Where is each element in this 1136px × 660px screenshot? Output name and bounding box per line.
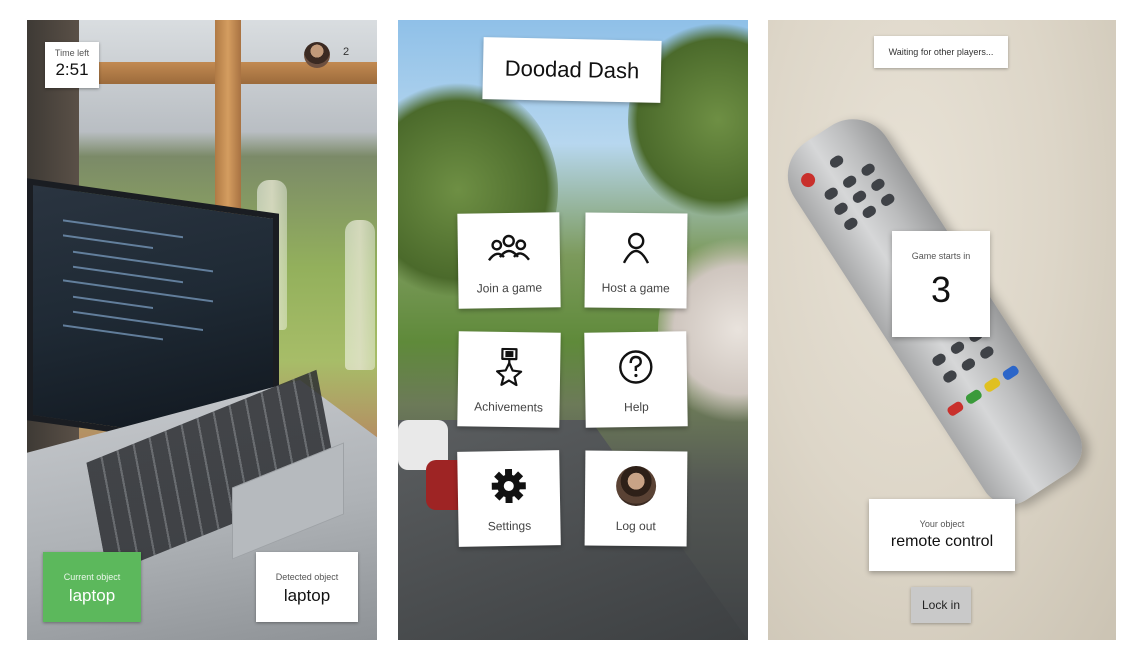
remote-button [930,351,948,368]
remote-button [859,161,877,178]
remote-power-button [798,170,818,190]
your-object-card: Your object remote control [869,499,1015,571]
remote-button [828,153,846,170]
code-line [63,234,153,249]
remote-button [822,185,840,202]
join-game-button[interactable]: Join a game [457,212,561,309]
code-line [73,265,183,284]
time-left-card: Time left 2:51 [45,42,99,88]
help-label: Help [623,399,649,415]
help-icon [585,347,688,387]
detected-object-card: Detected object laptop [256,552,358,622]
remote-button [948,339,967,356]
remote-button [941,368,959,385]
log-out-button[interactable]: Log out [584,450,688,547]
avatar [615,465,657,507]
remote-button [841,173,859,190]
code-line [63,324,163,341]
player-avatar [304,42,330,68]
countdown-card: Game starts in 3 [892,231,990,337]
gear-icon [457,466,560,506]
group-icon [458,228,561,267]
remote-button [842,215,860,232]
menu-screen: Doodad Dash Join a game Host a game Achi… [398,20,748,640]
remote-blue-button [1001,364,1021,382]
code-line [73,295,153,309]
current-object-card: Current object laptop [43,552,141,622]
remote-button [869,176,887,193]
lock-in-button[interactable]: Lock in [911,587,971,623]
settings-button[interactable]: Settings [457,450,561,547]
remote-button [860,203,878,220]
detected-object-value: laptop [283,586,331,605]
join-game-label: Join a game [476,280,543,296]
current-object-value: laptop [68,586,116,605]
medal-icon [458,347,561,387]
achievements-button[interactable]: Achivements [457,331,561,428]
remote-button [978,344,996,361]
log-out-label: Log out [615,518,656,534]
person-icon [585,228,687,267]
waiting-status: Waiting for other players... [874,36,1008,68]
detected-object-label: Detected object [275,572,339,582]
countdown-label: Game starts in [911,251,971,261]
game-screen: Time left 2:51 2 Current object laptop D… [27,20,377,640]
remote-button [832,200,850,217]
avatar-wrapper [585,465,687,507]
host-game-label: Host a game [601,280,670,296]
countdown-value: 3 [930,269,952,310]
time-left-value: 2:51 [55,60,89,79]
remote-button [879,191,897,208]
app-title: Doodad Dash [482,37,662,103]
camera-feed-bottle [345,220,375,370]
time-left-label: Time left [54,48,90,58]
lobby-screen: Waiting for other players... Game starts… [768,20,1116,640]
your-object-value: remote control [890,533,994,550]
remote-yellow-button [982,376,1002,394]
your-object-label: Your object [919,519,965,529]
remote-red-button [945,400,965,418]
settings-label: Settings [487,518,532,534]
host-game-button[interactable]: Host a game [584,212,688,309]
remote-button [850,188,869,205]
current-object-label: Current object [63,572,121,582]
remote-green-button [964,388,984,406]
remote-button [959,356,977,373]
code-line [63,219,183,239]
player-count: 2 [343,46,350,58]
achievements-label: Achivements [474,399,544,415]
help-button[interactable]: Help [584,331,688,428]
